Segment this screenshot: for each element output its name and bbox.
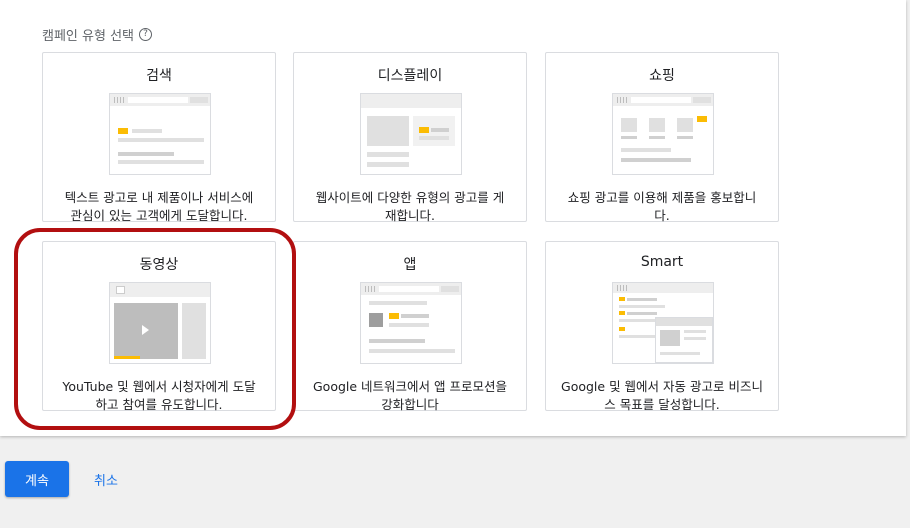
card-smart[interactable]: Smart Google 및 웹에서 자동 광고로 비즈니 스 목표를 달성합니… <box>545 241 779 412</box>
display-illustration <box>360 93 462 175</box>
card-title: 앱 <box>403 257 417 273</box>
card-search[interactable]: 검색 텍스트 광고로 내 제품이나 서비스에 관심이 있는 고객에게 도달합니다… <box>42 52 276 223</box>
card-title: 검색 <box>146 68 172 84</box>
video-card-highlight <box>14 228 296 430</box>
shopping-illustration <box>612 93 714 175</box>
section-title: 캠페인 유형 선택 ? <box>42 25 152 44</box>
card-shopping[interactable]: 쇼핑 쇼핑 광고를 이용해 제품을 홍보합니 다. <box>545 52 779 223</box>
cancel-button[interactable]: 취소 <box>86 468 126 491</box>
card-display[interactable]: 디스플레이 웹사이트에 다양한 유형의 광고를 게 재합니다. <box>293 52 527 223</box>
card-title: 쇼핑 <box>649 68 675 84</box>
section-title-text: 캠페인 유형 선택 <box>42 29 134 44</box>
card-description: Google 및 웹에서 자동 광고로 비즈니 스 목표를 달성합니다. <box>561 379 763 412</box>
card-title: 디스플레이 <box>377 68 443 84</box>
card-description: Google 네트워크에서 앱 프로모션을 강화합니다 <box>312 379 507 412</box>
card-description: 텍스트 광고로 내 제품이나 서비스에 관심이 있는 고객에게 도달합니다. <box>64 190 254 223</box>
card-title: Smart <box>640 254 684 270</box>
download-icon <box>369 313 383 327</box>
card-description: 쇼핑 광고를 이용해 제품을 홍보합니 다. <box>567 190 757 223</box>
help-icon[interactable]: ? <box>139 28 152 41</box>
card-description: 웹사이트에 다양한 유형의 광고를 게 재합니다. <box>315 190 505 223</box>
search-illustration <box>109 93 211 175</box>
continue-button[interactable]: 계속 <box>5 461 69 497</box>
app-illustration <box>360 282 462 364</box>
smart-illustration <box>612 282 714 364</box>
card-app[interactable]: 앱 Google 네트워크에서 앱 프로모션을 강화합니다 <box>293 241 527 412</box>
